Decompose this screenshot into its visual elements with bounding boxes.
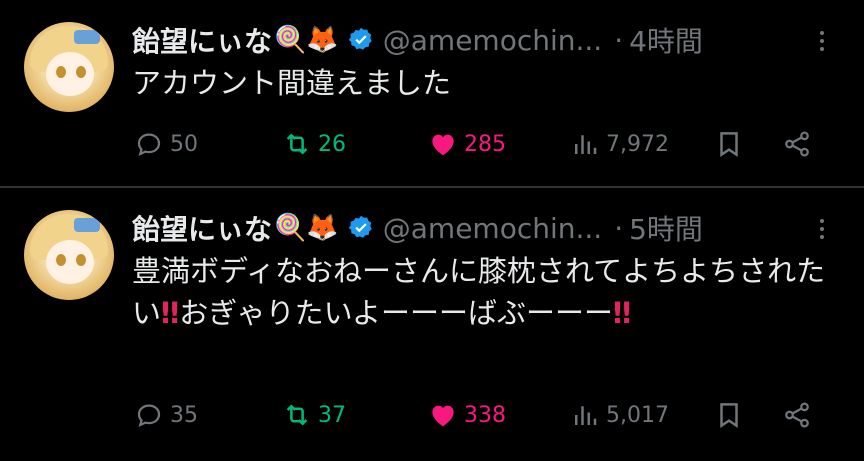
views-button[interactable]: 5,017 xyxy=(570,395,669,435)
reply-icon xyxy=(137,133,161,157)
views-icon xyxy=(575,406,597,425)
tweet[interactable]: 飴望にぃな 🍭🦊 @amemochin... · 4時間 アカウント間違えました… xyxy=(0,0,864,186)
tweet[interactable]: 飴望にぃな 🍭🦊 @amemochin... · 5時間 豊満ボディなおねーさん… xyxy=(0,188,864,461)
tweet-text: 豊満ボディなおねーさんに膝枕されてよちよちされたい‼おぎゃりたいよーーーばぶーー… xyxy=(132,250,842,334)
retweet-icon xyxy=(286,133,308,155)
user-handle[interactable]: @amemochin... xyxy=(383,24,602,57)
verified-icon xyxy=(348,27,372,50)
separator: · xyxy=(614,23,624,57)
bookmark-icon xyxy=(720,132,738,157)
display-name[interactable]: 飴望にぃな xyxy=(132,20,272,60)
retweet-icon xyxy=(286,404,308,426)
share-icon xyxy=(785,131,809,157)
more-icon[interactable] xyxy=(814,216,830,244)
timestamp[interactable]: 5時間 xyxy=(629,208,703,248)
timestamp[interactable]: 4時間 xyxy=(629,20,703,60)
user-handle[interactable]: @amemochin... xyxy=(383,212,602,245)
avatar[interactable] xyxy=(24,22,114,112)
display-name[interactable]: 飴望にぃな xyxy=(132,208,272,248)
view-count: 7,972 xyxy=(606,131,669,157)
tweet-text-body: おぎゃりたいよーーーばぶーーー xyxy=(179,296,614,330)
action-bar: 50 26 285 7,972 xyxy=(132,124,832,164)
like-button[interactable]: 338 xyxy=(428,395,506,435)
retweet-count: 37 xyxy=(318,402,346,428)
tweet-text: アカウント間違えました xyxy=(132,62,842,104)
like-count: 338 xyxy=(464,402,506,428)
retweet-button[interactable]: 26 xyxy=(282,124,346,164)
reply-button[interactable]: 35 xyxy=(134,395,198,435)
name-emoji: 🍭🦊 xyxy=(274,213,339,243)
share-button[interactable] xyxy=(782,124,812,164)
views-icon xyxy=(575,135,597,154)
reply-count: 35 xyxy=(170,402,198,428)
double-exclamation-emoji: ‼ xyxy=(161,296,180,330)
action-bar: 35 37 338 5,017 xyxy=(132,395,832,435)
reply-button[interactable]: 50 xyxy=(134,124,198,164)
tweet-header: 飴望にぃな 🍭🦊 @amemochin... · 5時間 xyxy=(132,206,703,250)
name-emoji: 🍭🦊 xyxy=(274,25,339,55)
bookmark-button[interactable] xyxy=(714,124,744,164)
share-icon xyxy=(785,402,809,428)
like-count: 285 xyxy=(464,131,506,157)
heart-icon xyxy=(432,405,454,427)
views-button[interactable]: 7,972 xyxy=(570,124,669,164)
retweet-count: 26 xyxy=(318,131,346,157)
share-button[interactable] xyxy=(782,395,812,435)
heart-icon xyxy=(432,134,454,156)
more-icon[interactable] xyxy=(814,28,830,56)
bookmark-button[interactable] xyxy=(714,395,744,435)
separator: · xyxy=(614,211,624,245)
avatar[interactable] xyxy=(24,210,114,300)
verified-icon xyxy=(348,215,372,238)
bookmark-icon xyxy=(720,403,738,428)
reply-icon xyxy=(137,404,161,428)
tweet-header: 飴望にぃな 🍭🦊 @amemochin... · 4時間 xyxy=(132,18,703,62)
reply-count: 50 xyxy=(170,131,198,157)
retweet-button[interactable]: 37 xyxy=(282,395,346,435)
tweet-text-body: アカウント間違えました xyxy=(132,66,452,100)
like-button[interactable]: 285 xyxy=(428,124,506,164)
view-count: 5,017 xyxy=(606,402,669,428)
double-exclamation-emoji: ‼ xyxy=(613,296,632,330)
